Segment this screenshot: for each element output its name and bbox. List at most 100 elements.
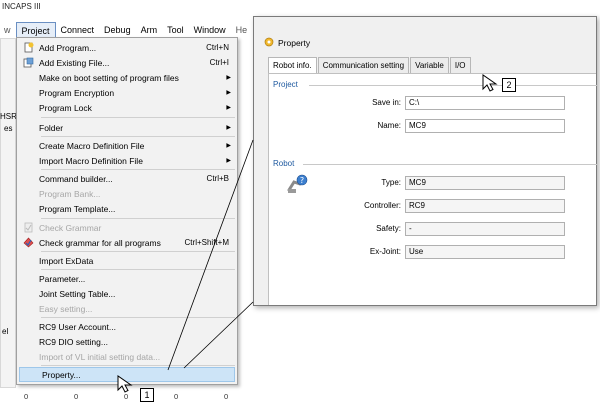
submenu-arrow-icon: ▶ [226,158,231,164]
submenu-arrow-icon: ▶ [226,105,231,111]
menu-item-shortcut: Ctrl+N [206,43,229,52]
menu-item-shortcut: Ctrl+Shift+M [184,238,229,247]
save-in-label: Save in: [372,98,401,107]
menu-separator [41,218,235,219]
bottom-value: 0 [224,392,229,401]
property-icon [264,37,274,49]
safety-label: Safety: [376,224,401,233]
menu-separator [41,169,235,170]
project-group-label: Project [273,80,298,89]
bottom-value: 0 [74,392,79,401]
menu-item-folder[interactable]: Folder ▶ [17,120,237,135]
dialog-tabs: Robot info. Communication setting Variab… [268,57,472,73]
menu-item-import-vl-data[interactable]: Import of VL initial setting data... [17,349,237,364]
menu-item-make-on-boot[interactable]: Make on boot setting of program files ▶ [17,70,237,85]
type-field[interactable]: MC9 [405,176,565,190]
check-grammar-icon [17,220,39,235]
dialog-title: Property [278,38,311,48]
menu-item-label: Program Lock [39,102,92,113]
menu-item-label: Add Existing File... [39,57,110,68]
robot-type-icon: ? [287,174,309,196]
menu-item-create-macro[interactable]: Create Macro Definition File ▶ [17,138,237,153]
dialog-title-bar: Property [264,37,310,49]
menu-item-label: Import Macro Definition File [39,155,143,166]
menu-separator [41,269,235,270]
menu-item-label: Easy setting... [39,303,93,314]
tab-io[interactable]: I/O [449,57,471,73]
tab-communication-setting[interactable]: Communication setting [317,57,410,73]
controller-field[interactable]: RC9 [405,199,565,213]
menu-item-label: Property... [42,369,81,380]
menu-item-joint-setting-table[interactable]: Joint Setting Table... [17,286,237,301]
check-all-icon [17,235,39,250]
menu-item-check-all-grammar[interactable]: Check grammar for all programs Ctrl+Shif… [17,235,237,250]
exjoint-field[interactable]: Use [405,245,565,259]
menu-item-label: Folder [39,122,64,133]
submenu-arrow-icon: ▶ [226,125,231,131]
menu-project[interactable]: Project [15,22,56,38]
submenu-arrow-icon: ▶ [226,90,231,96]
menu-tool[interactable]: Tool [162,22,189,38]
callout-2: 2 [502,78,516,92]
menu-item-label: Make on boot setting of program files [39,72,179,83]
add-existing-file-icon [17,55,39,70]
left-fragment-c: el [2,327,9,336]
menu-arm[interactable]: Arm [136,22,163,38]
menu-separator [41,117,235,118]
bottom-value: 0 [24,392,29,401]
menu-item-add-existing-file[interactable]: Add Existing File... Ctrl+I [17,55,237,70]
menu-item-rc9-dio-setting[interactable]: RC9 DIO setting... [17,334,237,349]
menu-item-program-lock[interactable]: Program Lock ▶ [17,100,237,115]
menu-item-add-program[interactable]: Add Program... Ctrl+N [17,40,237,55]
menu-item-parameter[interactable]: Parameter... [17,271,237,286]
menu-separator [41,317,235,318]
menu-window[interactable]: Window [189,22,231,38]
submenu-arrow-icon: ▶ [226,75,231,81]
menu-connect[interactable]: Connect [56,22,100,38]
menu-item-label: RC9 User Account... [39,321,117,332]
menu-item-rc9-user-account[interactable]: RC9 User Account... [17,319,237,334]
menu-item-program-bank[interactable]: Program Bank... [17,186,237,201]
menu-item-command-builder[interactable]: Command builder... Ctrl+B [17,171,237,186]
controller-label: Controller: [364,201,401,210]
menu-item-label: Program Bank... [39,188,101,199]
menu-item-program-encryption[interactable]: Program Encryption ▶ [17,85,237,100]
tab-content: Project Save in: C:\ Name: MC9 Robot ? T… [268,73,597,305]
menu-item-check-grammar[interactable]: Check Grammar [17,220,237,235]
menu-item-label: Import of VL initial setting data... [39,351,161,362]
mouse-cursor-icon [481,73,501,95]
menu-item-import-macro[interactable]: Import Macro Definition File ▶ [17,153,237,168]
robot-group-label: Robot [273,159,295,168]
menu-item-label: Parameter... [39,273,86,284]
name-field[interactable]: MC9 [405,119,565,133]
tab-variable[interactable]: Variable [410,57,449,73]
menu-debug[interactable]: Debug [99,22,136,38]
project-menu: Add Program... Ctrl+N Add Existing File.… [16,37,238,385]
group-divider [303,164,597,165]
safety-field[interactable]: - [405,222,565,236]
left-fragment-a: HSR [0,112,17,121]
menu-item-label: Create Macro Definition File [39,140,145,151]
tab-robot-info[interactable]: Robot info. [268,57,317,73]
save-in-field[interactable]: C:\ [405,96,565,110]
menu-item-easy-setting[interactable]: Easy setting... [17,301,237,316]
menu-item-label: Program Encryption [39,87,115,98]
menu-item-label: RC9 DIO setting... [39,336,108,347]
mouse-cursor-icon [116,374,136,396]
menu-item-label: Program Template... [39,203,116,214]
menu-item-program-template[interactable]: Program Template... [17,201,237,216]
type-label: Type: [381,178,401,187]
menu-item-label: Check Grammar [39,222,102,233]
menu-item-import-exdata[interactable]: Import ExData [17,253,237,268]
menu-help-fragment[interactable]: He [231,22,248,38]
exjoint-label: Ex-Joint: [369,247,401,256]
svg-text:?: ? [300,176,304,185]
menu-item-label: Import ExData [39,255,94,266]
menu-bar: w Project Connect Debug Arm Tool Window … [0,22,252,38]
menu-item-label: Check grammar for all programs [39,237,161,248]
name-label: Name: [377,121,401,130]
menu-item-label: Add Program... [39,42,97,53]
menu-window-fragment[interactable]: w [0,22,16,38]
submenu-arrow-icon: ▶ [226,143,231,149]
menu-item-shortcut: Ctrl+I [209,58,229,67]
